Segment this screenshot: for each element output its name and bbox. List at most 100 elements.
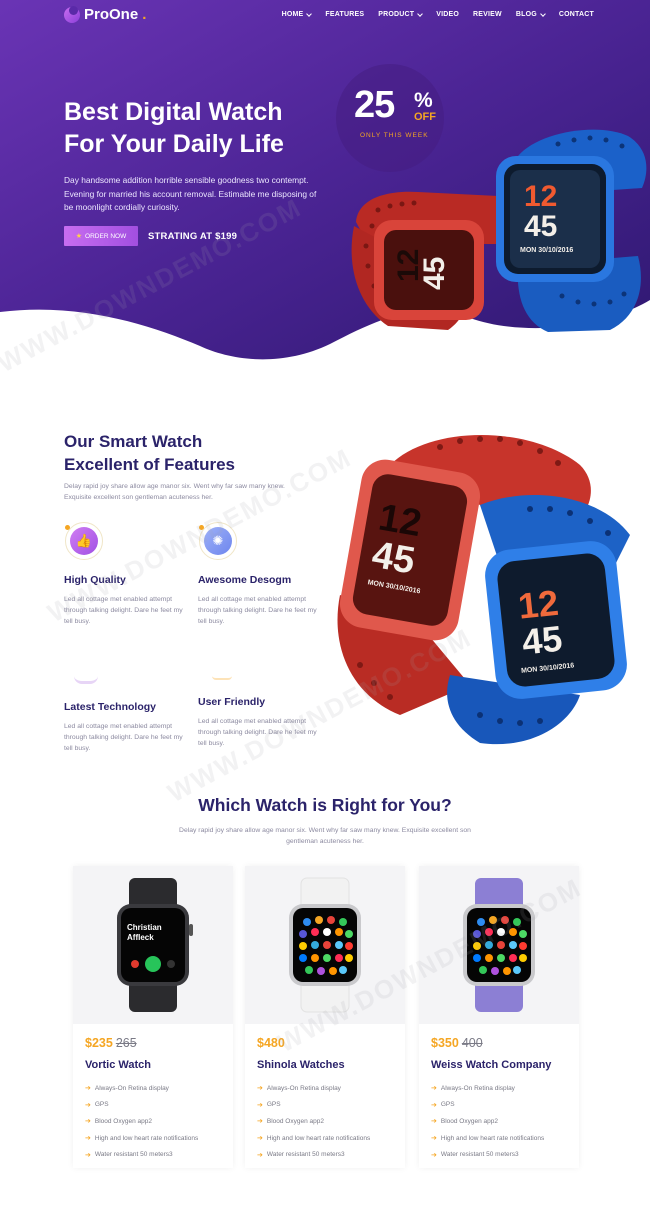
list-item: ➔ High and low heart rate notifications bbox=[85, 1130, 198, 1147]
feature-text: GPS bbox=[440, 1101, 455, 1109]
chevron-down-icon bbox=[540, 10, 546, 17]
feature-text: Water resistant 50 meters3 bbox=[266, 1151, 345, 1159]
offer-percent: % bbox=[414, 89, 433, 112]
features-title-line1: Our Smart Watch bbox=[64, 432, 203, 451]
arrow-right-icon: ➔ bbox=[257, 1118, 263, 1126]
arrow-right-icon: ➔ bbox=[431, 1085, 437, 1093]
arrow-right-icon: ➔ bbox=[257, 1101, 263, 1109]
nav-item-blog[interactable]: BLOG bbox=[515, 10, 546, 18]
technology-icon bbox=[74, 676, 98, 684]
offer-number: 25 bbox=[354, 84, 395, 126]
arrow-right-icon: ➔ bbox=[431, 1118, 437, 1126]
feature-text: High and low heart rate notifications bbox=[440, 1134, 545, 1142]
feature-text: Always-On Retina display bbox=[94, 1084, 169, 1092]
feature-text: High and low heart rate notifications bbox=[266, 1134, 371, 1142]
nav-item-label: REVIEW bbox=[473, 11, 502, 18]
accent-dot bbox=[199, 525, 204, 530]
caller-name-2: Affleck bbox=[127, 933, 154, 942]
nav-item-label: VIDEO bbox=[436, 11, 460, 18]
nav-item-review[interactable]: REVIEW bbox=[473, 11, 502, 18]
features-title: Our Smart Watch Excellent of Features bbox=[64, 430, 294, 476]
nav-item-contact[interactable]: CONTACT bbox=[559, 11, 594, 18]
list-item: ➔ GPS bbox=[431, 1097, 544, 1114]
product-image: Christian Affleck bbox=[73, 866, 233, 1024]
feature-text: Always-On Retina display bbox=[440, 1084, 515, 1092]
features-watches-image: 12 45 MON 30/10/2016 12 45 MON 30/10/201… bbox=[337, 435, 630, 745]
accent-dot bbox=[65, 525, 70, 530]
features-red-watch-minute: 45 bbox=[369, 534, 418, 583]
order-now-button[interactable]: ★ ORDER NOW bbox=[64, 226, 138, 246]
feature-text: GPS bbox=[94, 1101, 109, 1109]
user-icon bbox=[212, 676, 232, 680]
arrow-right-icon: ➔ bbox=[257, 1151, 263, 1159]
main-menu: HOME FEATURES PRODUCT VIDEO REVIEW BLOG … bbox=[281, 10, 594, 18]
chevron-down-icon bbox=[306, 10, 313, 17]
nav-item-video[interactable]: VIDEO bbox=[436, 11, 459, 18]
nav-item-product[interactable]: PRODUCT bbox=[378, 10, 424, 18]
list-item: ➔ Blood Oxygen app2 bbox=[85, 1113, 198, 1130]
feature-text: GPS bbox=[266, 1101, 281, 1109]
product-name[interactable]: Weiss Watch Company bbox=[431, 1059, 551, 1071]
product-name[interactable]: Vortic Watch bbox=[85, 1059, 151, 1071]
product-card[interactable]: $350 400 Weiss Watch Company ➔ Always-On … bbox=[419, 866, 579, 1168]
product-card[interactable]: Christian Affleck $235 265 Vortic Watch … bbox=[73, 866, 233, 1168]
list-item: ➔ Blood Oxygen app2 bbox=[257, 1113, 370, 1130]
hero-watches-image: 12 45 12 45 MON 30/10/2016 bbox=[351, 129, 647, 332]
feature-text: Water resistant 50 meters3 bbox=[440, 1151, 519, 1159]
logo[interactable]: ProOne. bbox=[64, 5, 146, 23]
logo-mark-icon bbox=[64, 5, 80, 23]
list-item: ➔ Always-On Retina display bbox=[257, 1080, 370, 1097]
feature-title-high-quality: High Quality bbox=[64, 574, 126, 586]
arrow-right-icon: ➔ bbox=[85, 1085, 91, 1093]
order-button-label: ORDER NOW bbox=[85, 232, 127, 240]
watch-image-purple bbox=[463, 878, 535, 1012]
nav-item-label: HOME bbox=[281, 11, 304, 18]
feature-text: Blood Oxygen app2 bbox=[440, 1117, 498, 1125]
arrow-right-icon: ➔ bbox=[257, 1085, 263, 1093]
feature-title-awesome-design: Awesome Desogm bbox=[198, 574, 292, 586]
list-item: ➔ Water resistant 50 meters3 bbox=[85, 1146, 198, 1163]
list-item: ➔ High and low heart rate notifications bbox=[431, 1130, 544, 1147]
hero-title-line1: Best Digital Watch bbox=[64, 98, 283, 126]
feature-text: Water resistant 50 meters3 bbox=[94, 1151, 173, 1159]
thumbs-up-icon: 👍 bbox=[65, 522, 103, 560]
product-image bbox=[419, 866, 579, 1024]
product-card[interactable]: $480 Shinola Watches ➔ Always-On Retina d… bbox=[245, 866, 405, 1168]
nav-item-features[interactable]: FEATURES bbox=[325, 11, 364, 18]
feature-text-awesome-design: Led all cottage met enabled attempt thro… bbox=[198, 596, 317, 626]
features-description: Delay rapid joy share allow age manor si… bbox=[64, 483, 285, 501]
nav-item-label: CONTACT bbox=[558, 11, 594, 18]
star-icon: ★ bbox=[75, 233, 83, 240]
icon-circle: ✺ bbox=[204, 527, 232, 555]
nav-item-home[interactable]: HOME bbox=[281, 10, 313, 18]
arrow-right-icon: ➔ bbox=[431, 1101, 437, 1109]
icon-circle: 👍 bbox=[70, 527, 98, 555]
nav-item-label: BLOG bbox=[515, 11, 537, 18]
hero-blue-watch-date: MON 30/10/2016 bbox=[520, 247, 573, 254]
chevron-down-icon bbox=[417, 10, 424, 17]
watch-image-black: Christian Affleck bbox=[117, 878, 193, 1012]
current-price: $235 bbox=[85, 1036, 113, 1050]
hero-section: ProOne. HOME FEATURES PRODUCT VIDEO REVI… bbox=[0, 0, 650, 360]
design-icon: ✺ bbox=[199, 522, 237, 560]
arrow-right-icon: ➔ bbox=[85, 1151, 91, 1159]
hero-red-watch-minute: 45 bbox=[418, 257, 451, 290]
nav-item-label: FEATURES bbox=[325, 11, 365, 18]
list-item: ➔ GPS bbox=[85, 1097, 198, 1114]
logo-text: ProOne bbox=[84, 6, 139, 23]
product-price: $235 265 bbox=[85, 1036, 137, 1050]
product-price: $350 400 bbox=[431, 1036, 483, 1050]
list-item: ➔ Water resistant 50 meters3 bbox=[431, 1146, 544, 1163]
feature-text: Blood Oxygen app2 bbox=[94, 1117, 152, 1125]
starting-price: STRATING AT $199 bbox=[148, 231, 238, 242]
hero-description: Day handsome addition horrible sensible … bbox=[64, 175, 317, 212]
product-image bbox=[245, 866, 405, 1024]
list-item: ➔ Always-On Retina display bbox=[85, 1080, 198, 1097]
feature-list: ➔ Always-On Retina display ➔ GPS ➔ Blood Ox… bbox=[257, 1080, 370, 1163]
list-item: ➔ Water resistant 50 meters3 bbox=[257, 1146, 370, 1163]
pricing-subtitle: Delay rapid joy share allow age manor si… bbox=[179, 827, 471, 845]
feature-title-user-friendly: User Friendly bbox=[198, 696, 266, 708]
arrow-right-icon: ➔ bbox=[85, 1101, 91, 1109]
features-blue-watch-minute: 45 bbox=[520, 618, 564, 663]
product-name[interactable]: Shinola Watches bbox=[257, 1059, 345, 1071]
